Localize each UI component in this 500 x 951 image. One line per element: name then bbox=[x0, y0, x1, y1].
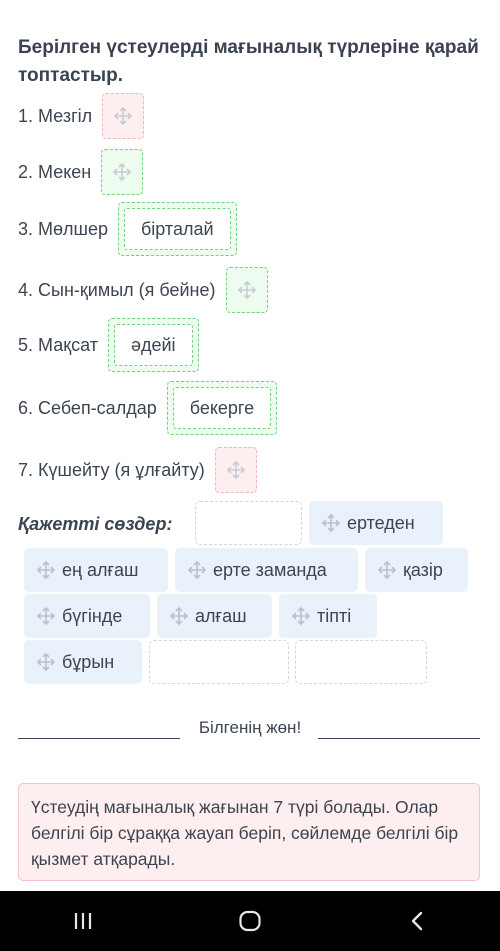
word-chip[interactable]: ең алғаш bbox=[24, 548, 168, 592]
move-icon bbox=[37, 561, 55, 579]
move-icon bbox=[113, 163, 132, 181]
word-text: ертеден bbox=[347, 512, 415, 533]
move-icon bbox=[378, 561, 396, 579]
word-text: тіпті bbox=[317, 605, 352, 626]
word-bank-label: Қажетті сөздер: bbox=[18, 514, 173, 534]
category-label: 1. Мезгіл bbox=[18, 105, 93, 126]
empty-word-slot bbox=[149, 640, 289, 684]
move-icon bbox=[188, 561, 206, 579]
category-label: 2. Мекен bbox=[18, 161, 92, 182]
move-icon bbox=[37, 653, 55, 671]
drop-zone-cause[interactable]: бекерге bbox=[166, 381, 278, 435]
word-text: бүгінде bbox=[62, 605, 123, 626]
empty-word-slot bbox=[295, 640, 427, 684]
move-icon bbox=[292, 607, 310, 625]
placed-word[interactable]: бекерге bbox=[172, 387, 272, 429]
drop-zone-place[interactable] bbox=[101, 149, 144, 195]
recent-apps-icon bbox=[75, 913, 92, 929]
move-icon bbox=[114, 107, 132, 125]
drop-zone-manner[interactable] bbox=[225, 267, 268, 313]
question-title: Берілген үстеулерді мағыналық түрлеріне … bbox=[18, 37, 479, 86]
word-chip[interactable]: бүгінде bbox=[24, 594, 150, 638]
feedback-text: Білгенің жөн! bbox=[198, 718, 302, 737]
word-chip[interactable]: ерте заманда bbox=[175, 548, 358, 592]
word-text: алғаш bbox=[195, 605, 247, 626]
word-chip[interactable]: алғаш bbox=[157, 594, 272, 638]
word-chip[interactable]: қазір bbox=[365, 548, 468, 592]
home-button[interactable] bbox=[220, 891, 280, 951]
drop-zone-quantity[interactable]: бірталай bbox=[117, 202, 237, 256]
category-row-quantity: 3. Мөлшер бірталай bbox=[18, 202, 237, 256]
drop-zone-purpose[interactable]: әдейі bbox=[107, 318, 199, 372]
move-icon bbox=[37, 607, 55, 625]
category-label: 4. Сын-қимыл (я бейне) bbox=[18, 279, 216, 300]
feedback-banner: Білгенің жөн! bbox=[0, 716, 500, 764]
word-chip[interactable]: ертеден bbox=[309, 501, 443, 545]
word-text: ең алғаш bbox=[62, 559, 139, 580]
explanation-box: Үстеудің мағыналық жағынан 7 түрі болады… bbox=[18, 783, 480, 881]
word-chip[interactable]: тіпті bbox=[279, 594, 377, 638]
placed-word[interactable]: әдейі bbox=[113, 324, 193, 366]
category-label: 7. Күшейту (я ұлғайту) bbox=[18, 459, 205, 480]
word-chip[interactable]: бұрын bbox=[24, 640, 142, 684]
category-label: 5. Мақсат bbox=[18, 334, 98, 355]
category-label: 6. Себеп-салдар bbox=[18, 397, 157, 418]
drop-zone-time[interactable] bbox=[102, 93, 145, 139]
category-label: 3. Мөлшер bbox=[18, 218, 108, 239]
divider-right bbox=[318, 738, 480, 739]
word-text: ерте заманда bbox=[213, 559, 327, 580]
empty-word-slot bbox=[195, 501, 302, 545]
move-icon bbox=[170, 607, 188, 625]
divider-left bbox=[18, 738, 180, 739]
category-row-purpose: 5. Мақсат әдейі bbox=[18, 318, 199, 372]
category-row-intensifier: 7. Күшейту (я ұлғайту) bbox=[18, 446, 257, 494]
category-row-place: 2. Мекен bbox=[18, 148, 144, 196]
category-row-manner: 4. Сын-қимыл (я бейне) bbox=[18, 266, 268, 314]
home-icon bbox=[239, 910, 261, 932]
word-text: қазір bbox=[403, 559, 443, 580]
placed-word[interactable]: бірталай bbox=[123, 208, 231, 250]
move-icon bbox=[322, 514, 340, 532]
back-icon bbox=[411, 911, 422, 931]
category-row-cause: 6. Себеп-салдар бекерге bbox=[18, 381, 278, 435]
system-nav-bar bbox=[0, 891, 500, 951]
category-row-time: 1. Мезгіл bbox=[18, 92, 145, 140]
recent-apps-button[interactable] bbox=[53, 891, 113, 951]
move-icon bbox=[237, 281, 256, 299]
move-icon bbox=[226, 461, 245, 479]
back-button[interactable] bbox=[387, 891, 447, 951]
drop-zone-intensifier[interactable] bbox=[214, 447, 257, 493]
word-text: бұрын bbox=[62, 651, 115, 672]
